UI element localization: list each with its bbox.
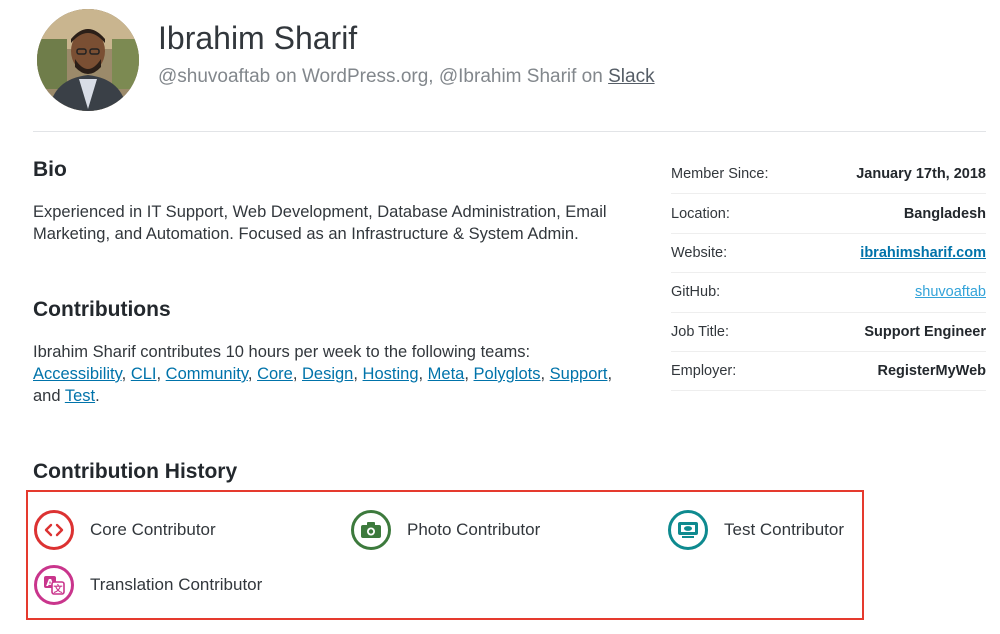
badge-photo-contributor: Photo Contributor xyxy=(351,510,540,550)
badge-test-contributor: Test Contributor xyxy=(668,510,844,550)
team-link-accessibility[interactable]: Accessibility xyxy=(33,365,122,383)
member-since-value: January 17th, 2018 xyxy=(856,166,986,183)
avatar xyxy=(37,9,139,111)
team-link-polyglots[interactable]: Polyglots xyxy=(474,365,541,383)
contributions-title: Contributions xyxy=(33,298,171,321)
badge-label: Core Contributor xyxy=(90,520,216,539)
team-link-meta[interactable]: Meta xyxy=(428,365,465,383)
meta-row-member-since: Member Since: January 17th, 2018 xyxy=(671,155,986,195)
translation-icon: A文 xyxy=(34,565,74,605)
meta-label: Job Title: xyxy=(671,323,730,340)
badge-core-contributor: Core Contributor xyxy=(34,510,216,550)
slack-link[interactable]: Slack xyxy=(608,66,654,87)
profile-handles: @shuvoaftab on WordPress.org, @Ibrahim S… xyxy=(158,66,655,88)
screen-icon xyxy=(668,510,708,550)
website-link[interactable]: ibrahimsharif.com xyxy=(860,245,986,261)
meta-row-job-title: Job Title: Support Engineer xyxy=(671,313,986,352)
bio-text: Experienced in IT Support, Web Developme… xyxy=(33,203,607,243)
employer-value: RegisterMyWeb xyxy=(877,363,986,380)
meta-label: Employer: xyxy=(671,363,737,380)
history-title: Contribution History xyxy=(33,460,238,483)
team-link-support[interactable]: Support xyxy=(550,365,608,383)
website-value: ibrahimsharif.com xyxy=(860,245,986,261)
github-value: shuvoaftab xyxy=(915,284,986,300)
contributions-intro: Ibrahim Sharif contributes 10 hours per … xyxy=(33,343,531,361)
badge-label: Test Contributor xyxy=(724,520,844,539)
bio-title: Bio xyxy=(33,158,67,181)
meta-label: GitHub: xyxy=(671,284,721,301)
header-divider xyxy=(33,131,986,132)
location-value: Bangladesh xyxy=(903,205,986,222)
team-link-test[interactable]: Test xyxy=(65,387,95,405)
code-icon xyxy=(34,510,74,550)
team-link-design[interactable]: Design xyxy=(302,365,353,383)
team-link-cli[interactable]: CLI xyxy=(131,365,157,383)
meta-label: Website: xyxy=(671,244,728,261)
svg-text:文: 文 xyxy=(52,583,63,595)
contributions-text: Ibrahim Sharif contributes 10 hours per … xyxy=(33,343,613,405)
profile-meta-table: Member Since: January 17th, 2018 Locatio… xyxy=(671,155,986,392)
and-text: and xyxy=(33,387,61,405)
handles-text: @shuvoaftab on WordPress.org, @Ibrahim S… xyxy=(158,66,609,87)
team-link-core[interactable]: Core xyxy=(257,365,293,383)
meta-label: Member Since: xyxy=(671,166,769,183)
meta-row-website: Website: ibrahimsharif.com xyxy=(671,234,986,274)
camera-icon xyxy=(351,510,391,550)
meta-row-employer: Employer: RegisterMyWeb xyxy=(671,352,986,392)
meta-row-location: Location: Bangladesh xyxy=(671,194,986,234)
github-link[interactable]: shuvoaftab xyxy=(915,284,986,300)
job-title-value: Support Engineer xyxy=(864,323,986,340)
badge-translation-contributor: A文 Translation Contributor xyxy=(34,565,262,605)
profile-name: Ibrahim Sharif xyxy=(158,20,358,56)
badge-label: Photo Contributor xyxy=(407,520,541,539)
badge-label: Translation Contributor xyxy=(90,575,263,594)
meta-row-github: GitHub: shuvoaftab xyxy=(671,273,986,313)
meta-label: Location: xyxy=(671,205,730,222)
team-link-community[interactable]: Community xyxy=(166,365,248,383)
team-link-hosting[interactable]: Hosting xyxy=(363,365,419,383)
